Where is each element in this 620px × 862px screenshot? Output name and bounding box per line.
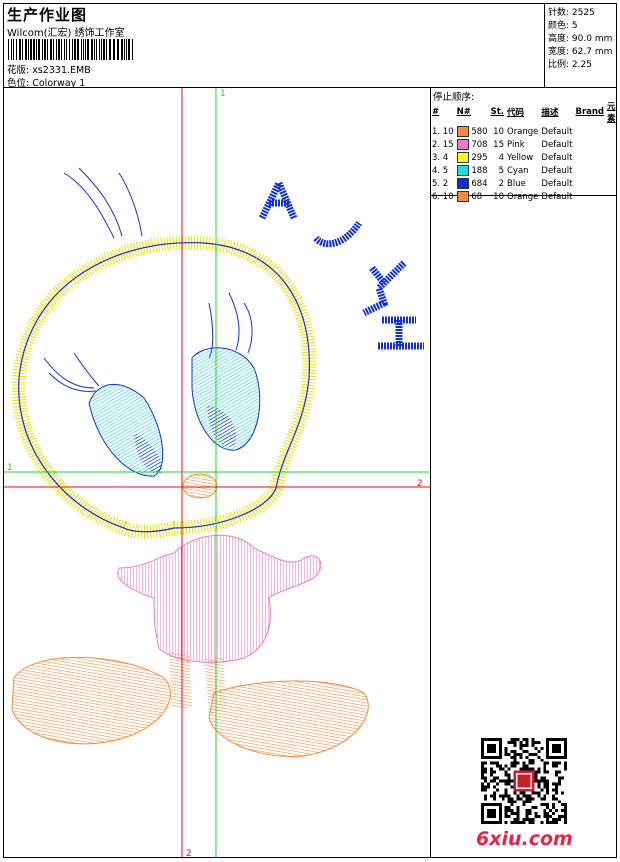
stat-height: 高度: 90.0 mm (548, 34, 613, 44)
col-needle: N# (456, 107, 471, 117)
row-code: 15 (493, 139, 504, 150)
color-swatch-icon (456, 139, 469, 150)
color-table: # N# St. 代码 描述 Brand 元素 1. 10 580 10 Orang… (432, 100, 619, 203)
color-table-row[interactable]: 5. 2 684 2 Blue Default (432, 177, 619, 190)
row-brand: Default (541, 178, 573, 189)
stat-colors: 颜色: 5 (548, 21, 578, 31)
row-description: Blue (507, 178, 526, 189)
color-swatch-icon (456, 152, 469, 163)
row-swatch: 708 (456, 138, 491, 151)
row-description: Orange (507, 126, 539, 137)
row-swatch: 684 (456, 177, 491, 190)
row-code: 4 (498, 152, 504, 163)
design-canvas[interactable]: 2 1 1 2 (4, 88, 431, 859)
stat-scale: 比例: 2.25 (548, 60, 592, 70)
row-index: 5. 2 (432, 178, 449, 189)
stop-sequence-panel: 停止顺序: # N# St. 代码 描述 Brand 元素 1. 10 580 1… (431, 88, 617, 202)
body (117, 534, 322, 663)
guide-v-red-label: 2 (186, 849, 192, 858)
stat-width: 宽度: 62.7 mm (548, 47, 613, 57)
guide-h-red-label: 2 (417, 479, 423, 489)
studio-name: Wilcom(汇宏) 绣饰工作室 (7, 28, 125, 39)
color-swatch-icon (456, 126, 469, 137)
embroidery-letters (258, 174, 424, 350)
embroidery-design: 2 1 1 2 (4, 88, 431, 859)
row-code: 10 (493, 126, 504, 137)
colorway-row: 色位: Colorway 1 (7, 75, 85, 89)
col-code: 代码 (507, 108, 525, 118)
row-brand: Default (541, 126, 573, 137)
row-description: Yellow (507, 152, 534, 163)
stat-stitches: 针数: 2525 (548, 8, 595, 18)
color-table-row[interactable]: 1. 10 580 10 Orange Default (432, 125, 619, 138)
stats-panel: 针数: 2525 颜色: 5 高度: 90.0 mm 宽度: 62.7 mm 比… (545, 4, 617, 88)
row-description: Cyan (507, 165, 529, 176)
col-description: 描述 (541, 108, 559, 118)
row-element (575, 164, 607, 177)
guide-h-green-label: 1 (7, 463, 13, 473)
row-index: 3. 4 (432, 152, 449, 163)
head (11, 167, 317, 539)
row-swatch: 188 (456, 164, 491, 177)
color-swatch-icon (456, 191, 469, 202)
row-element (575, 125, 607, 138)
barcode-icon (8, 39, 133, 60)
col-brand: Brand (575, 107, 605, 117)
col-element: 元素 (607, 102, 616, 124)
color-table-row[interactable]: 2. 15 708 15 Pink Default (432, 138, 619, 151)
row-index: 6. 10 (432, 191, 454, 202)
row-index: 2. 15 (432, 139, 454, 150)
row-code: 10 (493, 191, 504, 202)
watermark-text: 6xiu.com (476, 828, 573, 850)
row-index: 1. 10 (432, 126, 454, 137)
row-description: Orange (507, 191, 539, 202)
row-swatch: 68 (456, 190, 491, 203)
row-description: Pink (507, 139, 525, 150)
color-table-header: # N# St. 代码 描述 Brand 元素 (432, 100, 619, 125)
col-index: # (432, 107, 440, 117)
row-code: 2 (498, 178, 504, 189)
row-swatch: 580 (456, 125, 491, 138)
row-brand: Default (541, 165, 573, 176)
col-stitches: St. (490, 107, 504, 117)
row-brand: Default (541, 191, 573, 202)
color-swatch-icon (456, 178, 469, 189)
pattern-row: 花版: xs2331.EMB (7, 62, 91, 76)
row-element (575, 138, 607, 151)
row-element (575, 151, 607, 164)
row-element (575, 190, 607, 203)
qr-code-icon (481, 738, 567, 824)
row-index: 4. 5 (432, 165, 449, 176)
header-panel: 生产作业图 Wilcom(汇宏) 绣饰工作室 花版: xs2331.EMB 色位… (4, 4, 545, 89)
color-table-row[interactable]: 6. 10 68 10 Orange Default (432, 190, 619, 203)
color-table-row[interactable]: 4. 5 188 5 Cyan Default (432, 164, 619, 177)
row-brand: Default (541, 152, 573, 163)
row-brand: Default (541, 139, 573, 150)
color-swatch-icon (456, 165, 469, 176)
row-swatch: 295 (456, 151, 491, 164)
page-title: 生产作业图 (7, 6, 88, 24)
row-code: 5 (498, 165, 504, 176)
guide-v-green-label: 1 (220, 89, 226, 99)
color-table-row[interactable]: 3. 4 295 4 Yellow Default (432, 151, 619, 164)
feet (11, 653, 369, 757)
row-element (575, 177, 607, 190)
